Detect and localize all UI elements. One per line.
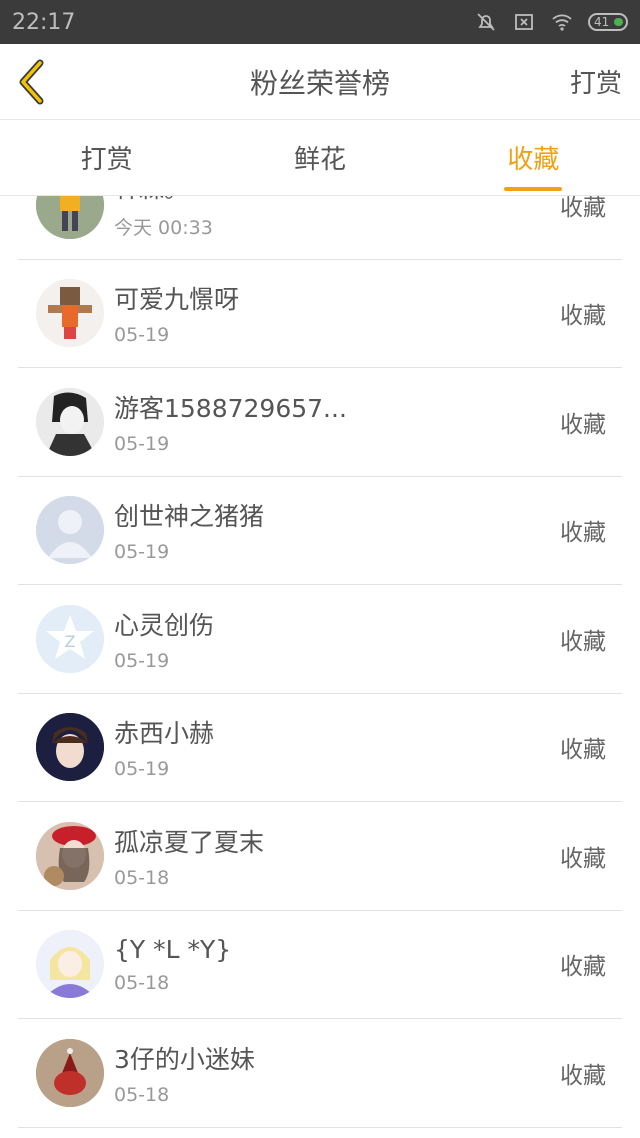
list-item[interactable]: 可爱九憬呀 05-19 收藏	[18, 260, 622, 368]
avatar[interactable]	[36, 930, 104, 999]
reward-button[interactable]: 打赏	[570, 63, 622, 100]
svg-text:Z: Z	[65, 632, 76, 651]
user-name: 林森。	[114, 196, 560, 205]
avatar[interactable]	[36, 279, 104, 348]
fan-list[interactable]: 林森。 今天 00:33 收藏 可爱九憬呀 05-19 收藏 游客1588729…	[0, 196, 640, 1138]
avatar[interactable]	[36, 821, 104, 890]
page-title: 粉丝荣誉榜	[249, 66, 390, 100]
list-item[interactable]: 游客1588729657... 05-19 收藏	[18, 368, 622, 477]
chevron-left-icon	[19, 59, 44, 104]
bell-muted-icon	[477, 13, 495, 31]
list-item[interactable]: 3仔的小迷妹 05-18 收藏	[18, 1019, 622, 1128]
action-label: 收藏	[560, 628, 606, 655]
user-name: 创世神之猪猪	[114, 502, 265, 532]
action-label: 收藏	[560, 954, 606, 981]
status-time: 22:17	[12, 9, 76, 35]
action-label: 收藏	[560, 737, 606, 764]
list-item[interactable]: 孤凉夏了夏末 05-18 收藏	[18, 802, 622, 911]
tab-reward[interactable]: 打赏	[0, 120, 213, 195]
date: 05-18	[114, 1083, 170, 1106]
top-nav: 粉丝荣誉榜 打赏	[0, 44, 640, 120]
user-name: 游客1588729657...	[114, 393, 347, 423]
battery-icon: 41	[588, 13, 628, 31]
avatar[interactable]	[36, 387, 104, 456]
wifi-icon	[552, 14, 572, 31]
user-name: 心灵创伤	[114, 610, 215, 640]
battery-level: 41	[594, 15, 610, 29]
date: 05-18	[114, 866, 170, 889]
tab-flowers[interactable]: 鲜花	[213, 120, 426, 195]
date: 05-19	[114, 432, 170, 455]
avatar[interactable]	[36, 196, 104, 239]
back-button[interactable]	[16, 59, 52, 105]
sim-off-icon	[515, 14, 533, 30]
user-name: 可爱九憬呀	[114, 285, 240, 315]
action-label: 收藏	[560, 303, 606, 330]
avatar[interactable]	[36, 496, 104, 565]
user-name: {Y *L *Y}	[114, 934, 232, 964]
tab-bar: 打赏 鲜花 收藏	[0, 120, 640, 196]
action-label: 收藏	[560, 1062, 606, 1089]
date: 05-19	[114, 758, 170, 781]
date: 05-18	[114, 971, 170, 994]
avatar[interactable]	[36, 1038, 104, 1107]
action-label: 收藏	[560, 845, 606, 872]
date: 05-19	[114, 324, 170, 347]
list-item[interactable]: 林森。 今天 00:33 收藏	[18, 196, 622, 260]
user-name: 赤西小赫	[114, 719, 215, 749]
avatar[interactable]: Z	[36, 604, 104, 673]
user-name: 3仔的小迷妹	[114, 1044, 255, 1074]
tab-favorites[interactable]: 收藏	[427, 120, 640, 195]
action-label: 收藏	[560, 520, 606, 547]
avatar[interactable]	[36, 713, 104, 782]
action-label: 收藏	[560, 196, 606, 221]
date: 05-19	[114, 541, 170, 564]
date: 05-19	[114, 649, 170, 672]
action-label: 收藏	[560, 411, 606, 438]
list-item[interactable]: 赤西小赫 05-19 收藏	[18, 694, 622, 802]
status-bar: 22:17 41	[0, 0, 640, 44]
list-item[interactable]: {Y *L *Y} 05-18 收藏	[18, 911, 622, 1019]
list-item[interactable]: 创世神之猪猪 05-19 收藏	[18, 477, 622, 585]
user-name: 孤凉夏了夏末	[114, 827, 265, 857]
list-item[interactable]: Z 心灵创伤 05-19 收藏	[18, 585, 622, 694]
date: 今天 00:33	[114, 217, 213, 240]
